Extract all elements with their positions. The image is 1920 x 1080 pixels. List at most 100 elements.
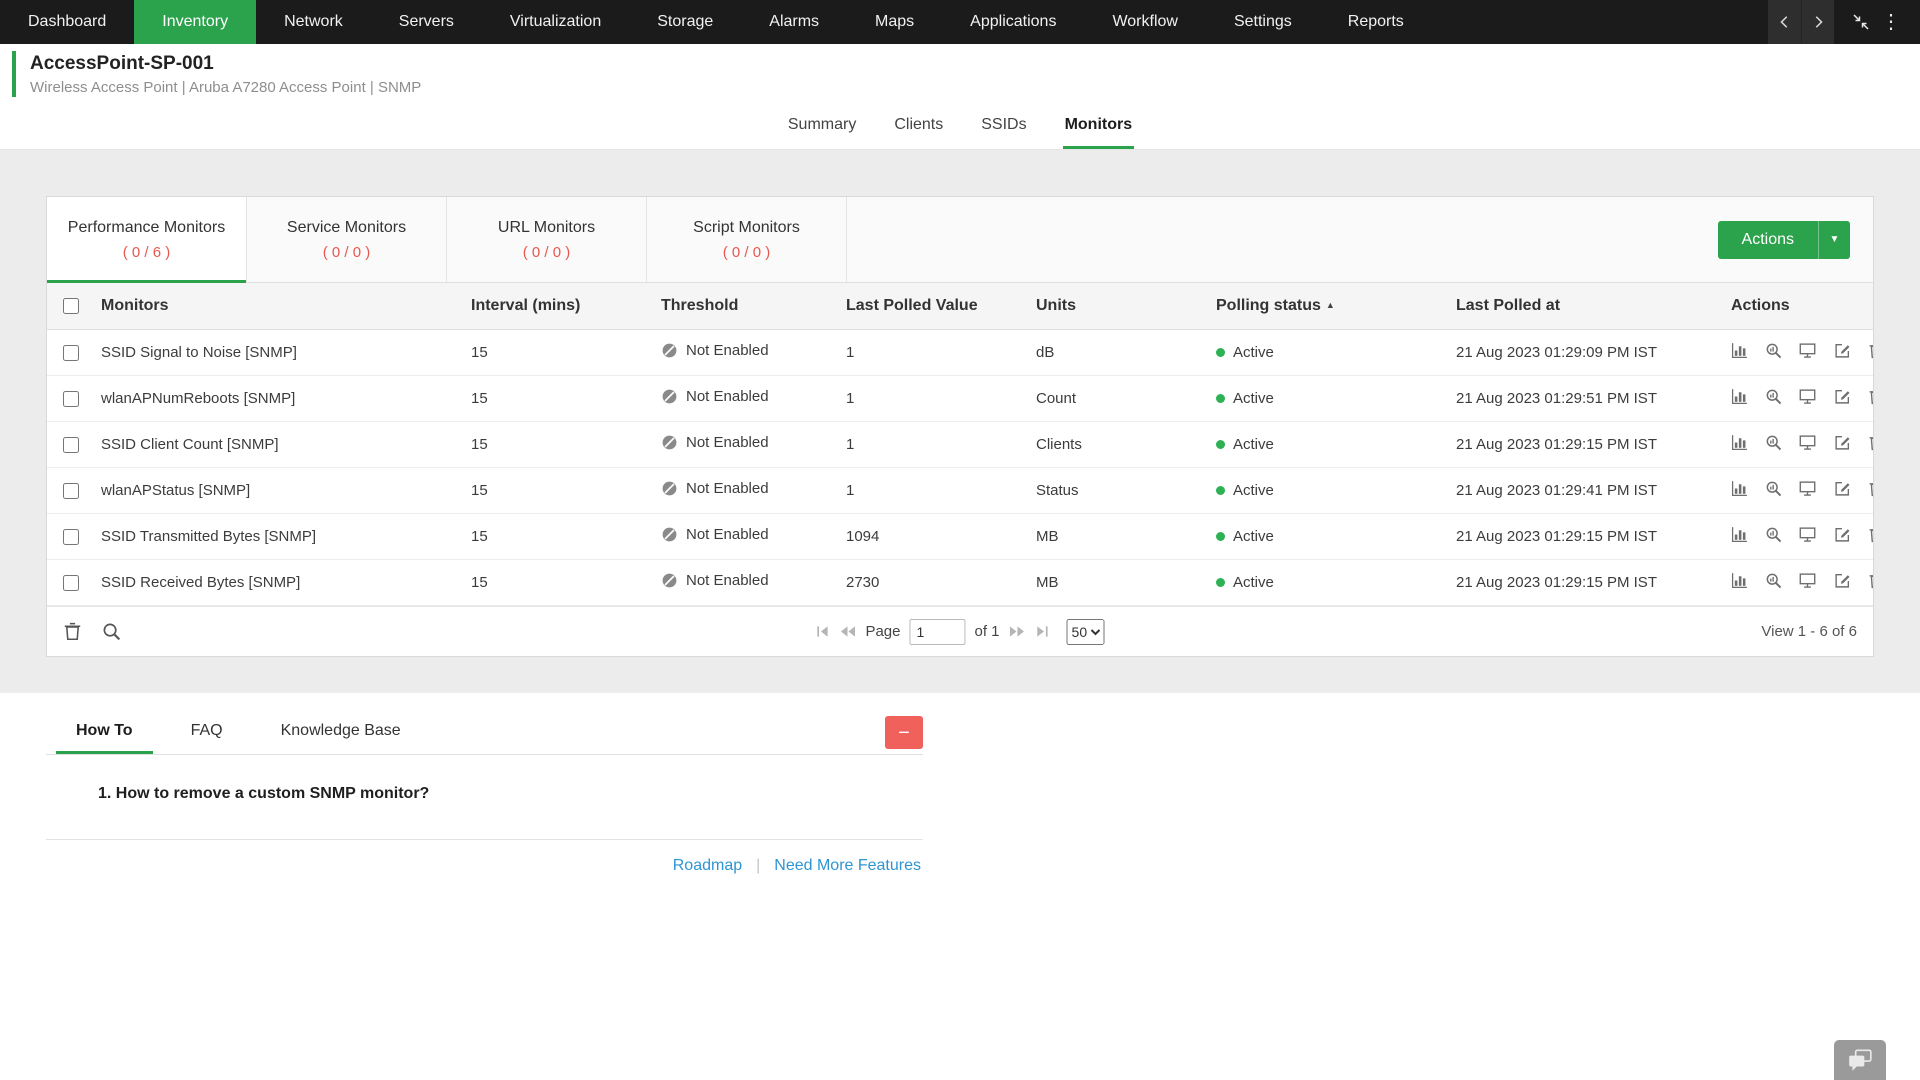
nav-item[interactable]: Alarms xyxy=(741,0,847,44)
monitor-type-tab[interactable]: Service Monitors ( 0 / 0 ) xyxy=(247,197,447,282)
row-checkbox[interactable] xyxy=(63,391,79,407)
nav-item[interactable]: Servers xyxy=(371,0,482,44)
delete-icon[interactable] xyxy=(1868,342,1873,359)
nav-item[interactable]: Dashboard xyxy=(0,0,134,44)
analyze-icon[interactable] xyxy=(1765,526,1782,543)
chart-icon[interactable] xyxy=(1731,526,1748,543)
collapse-icon[interactable] xyxy=(1846,0,1876,44)
help-question-link[interactable]: 1. How to remove a custom SNMP monitor? xyxy=(46,755,923,839)
table-row: SSID Transmitted Bytes [SNMP] 15 Not Ena… xyxy=(47,514,1873,560)
help-tab[interactable]: How To xyxy=(56,711,153,754)
page-tab[interactable]: Monitors xyxy=(1063,104,1135,149)
monitor-icon[interactable] xyxy=(1799,434,1816,451)
monitor-tab-count: ( 0 / 6 ) xyxy=(123,244,171,261)
page-input[interactable] xyxy=(910,619,966,645)
interval-value: 15 xyxy=(461,560,651,606)
nav-item[interactable]: Inventory xyxy=(134,0,256,44)
pagination-first-icon[interactable] xyxy=(815,624,830,639)
caret-down-icon: ▼ xyxy=(1818,221,1850,259)
monitor-type-tab[interactable]: URL Monitors ( 0 / 0 ) xyxy=(447,197,647,282)
analyze-icon[interactable] xyxy=(1765,388,1782,405)
nav-item-label: Settings xyxy=(1234,13,1292,31)
nav-item[interactable]: Settings xyxy=(1206,0,1320,44)
bulk-delete-icon[interactable] xyxy=(63,622,82,641)
roadmap-link[interactable]: Roadmap xyxy=(673,857,742,875)
analyze-icon[interactable] xyxy=(1765,342,1782,359)
monitor-icon[interactable] xyxy=(1799,342,1816,359)
help-section: How To FAQ Knowledge Base − 1. How to re… xyxy=(46,711,923,891)
chart-icon[interactable] xyxy=(1731,572,1748,589)
edit-icon[interactable] xyxy=(1834,434,1851,451)
chat-button[interactable] xyxy=(1834,1040,1886,1080)
chevron-right-icon[interactable] xyxy=(1801,0,1834,44)
select-all-checkbox[interactable] xyxy=(63,298,79,314)
nav-item-label: Maps xyxy=(875,13,914,31)
monitor-icon[interactable] xyxy=(1799,572,1816,589)
delete-icon[interactable] xyxy=(1868,572,1873,589)
units-value: MB xyxy=(1026,560,1206,606)
chevron-left-icon[interactable] xyxy=(1768,0,1801,44)
monitor-type-tabs: Performance Monitors ( 0 / 6 ) Service M… xyxy=(47,197,1873,283)
nav-item[interactable]: Virtualization xyxy=(482,0,629,44)
row-checkbox[interactable] xyxy=(63,483,79,499)
link-separator: | xyxy=(756,857,760,875)
not-enabled-icon xyxy=(661,572,678,589)
search-icon[interactable] xyxy=(102,622,121,641)
nav-item[interactable]: Workflow xyxy=(1084,0,1206,44)
more-options-icon[interactable]: ⋮ xyxy=(1876,0,1906,44)
monitor-type-tab[interactable]: Performance Monitors ( 0 / 6 ) xyxy=(47,197,247,282)
row-checkbox[interactable] xyxy=(63,437,79,453)
nav-item[interactable]: Applications xyxy=(942,0,1084,44)
analyze-icon[interactable] xyxy=(1765,572,1782,589)
collapse-widget-button[interactable]: − xyxy=(885,716,923,749)
last-polled-at-value: 21 Aug 2023 01:29:51 PM IST xyxy=(1446,376,1721,422)
nav-item[interactable]: Maps xyxy=(847,0,942,44)
nav-arrow-group xyxy=(1768,0,1834,44)
delete-icon[interactable] xyxy=(1868,526,1873,543)
need-more-features-link[interactable]: Need More Features xyxy=(774,857,921,875)
edit-icon[interactable] xyxy=(1834,342,1851,359)
col-header-polling-status[interactable]: Polling status▲ xyxy=(1206,283,1446,330)
main-content: Performance Monitors ( 0 / 6 ) Service M… xyxy=(0,150,1920,693)
chart-icon[interactable] xyxy=(1731,388,1748,405)
threshold-value: Not Enabled xyxy=(686,388,769,405)
actions-button[interactable]: Actions ▼ xyxy=(1718,221,1850,259)
units-value: dB xyxy=(1026,330,1206,376)
page-size-select[interactable]: 50 xyxy=(1067,619,1105,645)
row-checkbox[interactable] xyxy=(63,345,79,361)
edit-icon[interactable] xyxy=(1834,526,1851,543)
monitor-tab-count: ( 0 / 0 ) xyxy=(723,244,771,261)
page-tab[interactable]: Clients xyxy=(892,104,945,149)
analyze-icon[interactable] xyxy=(1765,434,1782,451)
chart-icon[interactable] xyxy=(1731,480,1748,497)
row-checkbox[interactable] xyxy=(63,529,79,545)
page-tab[interactable]: SSIDs xyxy=(979,104,1028,149)
delete-icon[interactable] xyxy=(1868,480,1873,497)
not-enabled-icon xyxy=(661,526,678,543)
help-tab[interactable]: Knowledge Base xyxy=(261,711,421,754)
page-of-label: of 1 xyxy=(975,623,1000,640)
analyze-icon[interactable] xyxy=(1765,480,1782,497)
nav-item[interactable]: Storage xyxy=(629,0,741,44)
chart-icon[interactable] xyxy=(1731,342,1748,359)
device-header: AccessPoint-SP-001 Wireless Access Point… xyxy=(0,44,1920,104)
chart-icon[interactable] xyxy=(1731,434,1748,451)
monitor-icon[interactable] xyxy=(1799,388,1816,405)
help-tab[interactable]: FAQ xyxy=(171,711,243,754)
pagination-next-icon[interactable] xyxy=(1009,624,1026,639)
nav-item[interactable]: Network xyxy=(256,0,371,44)
delete-icon[interactable] xyxy=(1868,434,1873,451)
nav-item[interactable]: Reports xyxy=(1320,0,1432,44)
pagination-prev-icon[interactable] xyxy=(839,624,856,639)
pagination-last-icon[interactable] xyxy=(1035,624,1050,639)
row-checkbox[interactable] xyxy=(63,575,79,591)
page-tab[interactable]: Summary xyxy=(786,104,858,149)
monitor-icon[interactable] xyxy=(1799,526,1816,543)
last-polled-value: 1094 xyxy=(836,514,1026,560)
edit-icon[interactable] xyxy=(1834,388,1851,405)
monitor-type-tab[interactable]: Script Monitors ( 0 / 0 ) xyxy=(647,197,847,282)
edit-icon[interactable] xyxy=(1834,480,1851,497)
delete-icon[interactable] xyxy=(1868,388,1873,405)
monitor-icon[interactable] xyxy=(1799,480,1816,497)
edit-icon[interactable] xyxy=(1834,572,1851,589)
